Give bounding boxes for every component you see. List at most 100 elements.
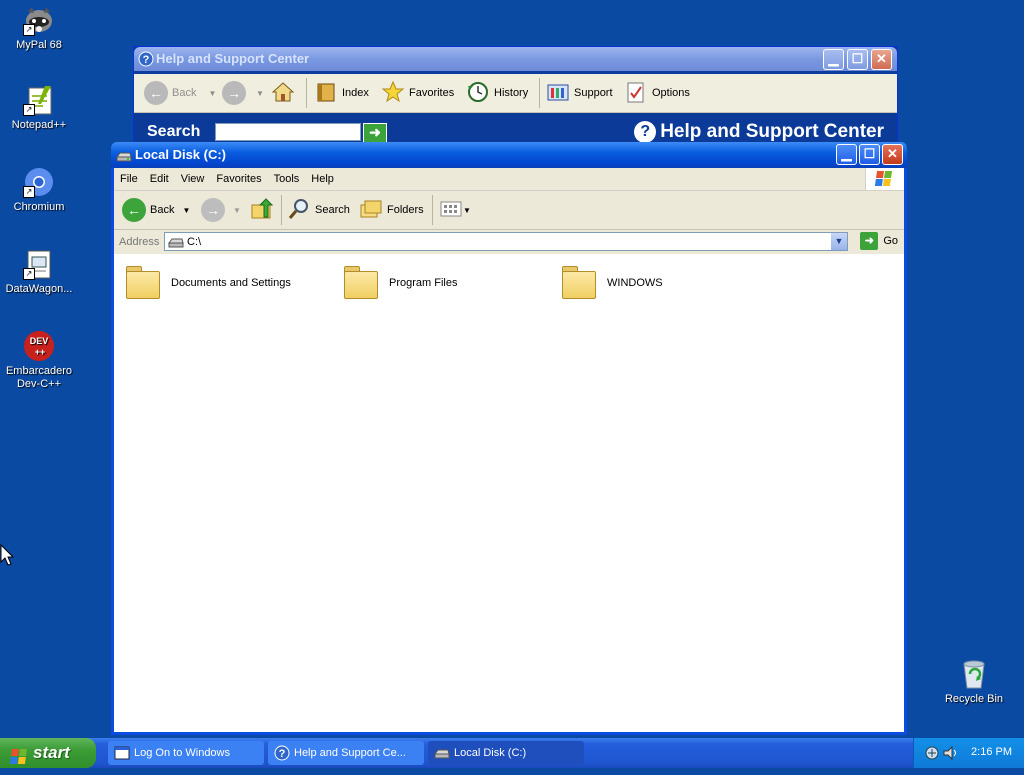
help-index-button[interactable]: Index bbox=[314, 74, 369, 112]
help-back-button[interactable]: ← Back ▼ bbox=[144, 74, 216, 112]
folder-icon[interactable] bbox=[124, 264, 160, 299]
desktop-icon-mypal[interactable]: ↗ MyPal 68 bbox=[0, 4, 78, 52]
address-bar: Address C:\ ▼ ➜ Go bbox=[114, 230, 904, 254]
up-folder-button[interactable] bbox=[250, 191, 274, 229]
windows-flag-icon bbox=[9, 745, 28, 775]
folders-icon bbox=[359, 197, 383, 224]
back-arrow-icon: ← bbox=[144, 81, 168, 105]
menu-file[interactable]: File bbox=[114, 168, 144, 190]
svg-text:?: ? bbox=[143, 54, 150, 66]
folders-button[interactable]: Folders bbox=[359, 191, 424, 229]
support-icon bbox=[546, 80, 570, 107]
options-icon bbox=[624, 80, 648, 107]
menu-view[interactable]: View bbox=[175, 168, 211, 190]
help-search-input[interactable] bbox=[215, 123, 361, 141]
taskbar: start Log On to Windows ? Help and Suppo… bbox=[0, 738, 1024, 768]
address-label: Address bbox=[119, 236, 160, 248]
explorer-window[interactable]: Local Disk (C:) ▁ ☐ ✕ File Edit View Favori… bbox=[111, 142, 907, 735]
windows-logo-icon bbox=[865, 168, 904, 190]
system-tray: 2:16 PM bbox=[913, 738, 1024, 768]
address-field[interactable]: C:\ ▼ bbox=[164, 232, 848, 251]
minimize-button[interactable]: ▁ bbox=[823, 49, 844, 70]
forward-button[interactable]: → ▼ bbox=[201, 191, 241, 229]
folder-label-program-files[interactable]: Program Files bbox=[389, 277, 457, 289]
chevron-down-icon: ▼ bbox=[463, 205, 471, 215]
explorer-titlebar[interactable]: Local Disk (C:) ▁ ☐ ✕ bbox=[111, 142, 907, 168]
drive-icon bbox=[434, 745, 450, 761]
minimize-button[interactable]: ▁ bbox=[836, 144, 857, 165]
home-icon bbox=[271, 80, 295, 107]
help-toolbar: ← Back ▼ → ▼ Index Favorites History Sup… bbox=[134, 74, 897, 113]
menu-bar: File Edit View Favorites Tools Help bbox=[114, 168, 904, 191]
forward-arrow-icon: → bbox=[201, 198, 225, 222]
desktop-icon-datawagon[interactable]: ↗ DataWagon... bbox=[0, 248, 78, 296]
menu-edit[interactable]: Edit bbox=[144, 168, 175, 190]
task-logon[interactable]: Log On to Windows bbox=[108, 741, 264, 765]
address-dropdown-button[interactable]: ▼ bbox=[831, 233, 847, 250]
datawagon-icon: ↗ bbox=[23, 248, 55, 280]
drive-icon bbox=[116, 147, 132, 163]
maximize-button[interactable]: ☐ bbox=[859, 144, 880, 165]
star-icon bbox=[381, 80, 405, 107]
back-arrow-icon: ← bbox=[122, 198, 146, 222]
explorer-window-title: Local Disk (C:) bbox=[135, 147, 227, 162]
help-banner-icon: ? bbox=[634, 121, 657, 143]
views-icon bbox=[439, 197, 463, 224]
volume-icon[interactable] bbox=[942, 745, 958, 764]
chevron-down-icon: ▼ bbox=[182, 205, 191, 215]
folder-label-documents[interactable]: Documents and Settings bbox=[171, 277, 291, 289]
help-search-label: Search bbox=[147, 123, 201, 140]
close-button[interactable]: ✕ bbox=[871, 49, 892, 70]
task-local-disk[interactable]: Local Disk (C:) bbox=[428, 741, 584, 765]
desktop-icon-notepadpp[interactable]: ↗ Notepad++ bbox=[0, 84, 78, 132]
svg-text:++: ++ bbox=[35, 347, 46, 357]
desktop-icon-label: DataWagon... bbox=[5, 283, 73, 295]
menu-tools[interactable]: Tools bbox=[268, 168, 306, 190]
network-icon[interactable] bbox=[924, 745, 940, 764]
search-icon bbox=[287, 197, 311, 224]
maximize-button[interactable]: ☐ bbox=[847, 49, 868, 70]
folder-icon[interactable] bbox=[342, 264, 378, 299]
help-home-button[interactable] bbox=[271, 74, 295, 112]
folder-icon[interactable] bbox=[560, 264, 596, 299]
menu-favorites[interactable]: Favorites bbox=[210, 168, 267, 190]
mouse-cursor-icon bbox=[0, 543, 15, 569]
help-titlebar[interactable]: ? Help and Support Center ▁ ☐ ✕ bbox=[134, 47, 897, 71]
task-help[interactable]: ? Help and Support Ce... bbox=[268, 741, 424, 765]
recycle-bin-icon bbox=[958, 658, 990, 690]
start-button[interactable]: start bbox=[0, 738, 96, 768]
desktop-icon-chromium[interactable]: ↗ Chromium bbox=[0, 166, 78, 214]
help-support-window[interactable]: ? Help and Support Center ▁ ☐ ✕ ← Back ▼… bbox=[133, 46, 898, 146]
help-forward-button[interactable]: → ▼ bbox=[222, 74, 264, 112]
views-button[interactable]: ▼ bbox=[439, 191, 471, 229]
desktop-icon-devcpp[interactable]: DEV ++ Embarcadero Dev-C++ bbox=[0, 330, 78, 391]
chevron-down-icon: ▼ bbox=[233, 205, 241, 215]
help-banner-title: ? Help and Support Center bbox=[634, 121, 884, 143]
desktop-icon-label: MyPal 68 bbox=[16, 39, 62, 51]
help-options-button[interactable]: Options bbox=[624, 74, 690, 112]
search-button[interactable]: Search bbox=[287, 191, 350, 229]
desktop-icon-label: Embarcadero Dev-C++ bbox=[5, 365, 73, 390]
help-history-button[interactable]: History bbox=[466, 74, 528, 112]
help-window-title: Help and Support Center bbox=[156, 51, 310, 66]
help-support-button[interactable]: Support bbox=[546, 74, 613, 112]
go-arrow-icon: ➜ bbox=[860, 232, 879, 250]
folder-label-windows[interactable]: WINDOWS bbox=[607, 277, 663, 289]
menu-help[interactable]: Help bbox=[305, 168, 340, 190]
window-icon bbox=[114, 745, 130, 761]
svg-text:?: ? bbox=[279, 748, 286, 760]
help-favorites-button[interactable]: Favorites bbox=[381, 74, 454, 112]
desktop-icon-recycle-bin[interactable]: Recycle Bin bbox=[935, 658, 1013, 706]
go-button[interactable]: ➜ Go bbox=[860, 232, 898, 250]
desktop-icon-label: Notepad++ bbox=[11, 119, 67, 131]
history-icon bbox=[466, 80, 490, 107]
drive-icon bbox=[168, 234, 184, 253]
help-search-go-button[interactable]: ➜ bbox=[363, 123, 387, 143]
address-value: C:\ bbox=[187, 236, 202, 248]
close-button[interactable]: ✕ bbox=[882, 144, 903, 165]
help-icon: ? bbox=[274, 745, 290, 761]
back-button[interactable]: ← Back ▼ bbox=[122, 191, 190, 229]
desktop-icon-label: Recycle Bin bbox=[944, 693, 1004, 705]
desktop-icon-label: Chromium bbox=[13, 201, 65, 213]
devcpp-badge: DEV bbox=[30, 336, 49, 346]
